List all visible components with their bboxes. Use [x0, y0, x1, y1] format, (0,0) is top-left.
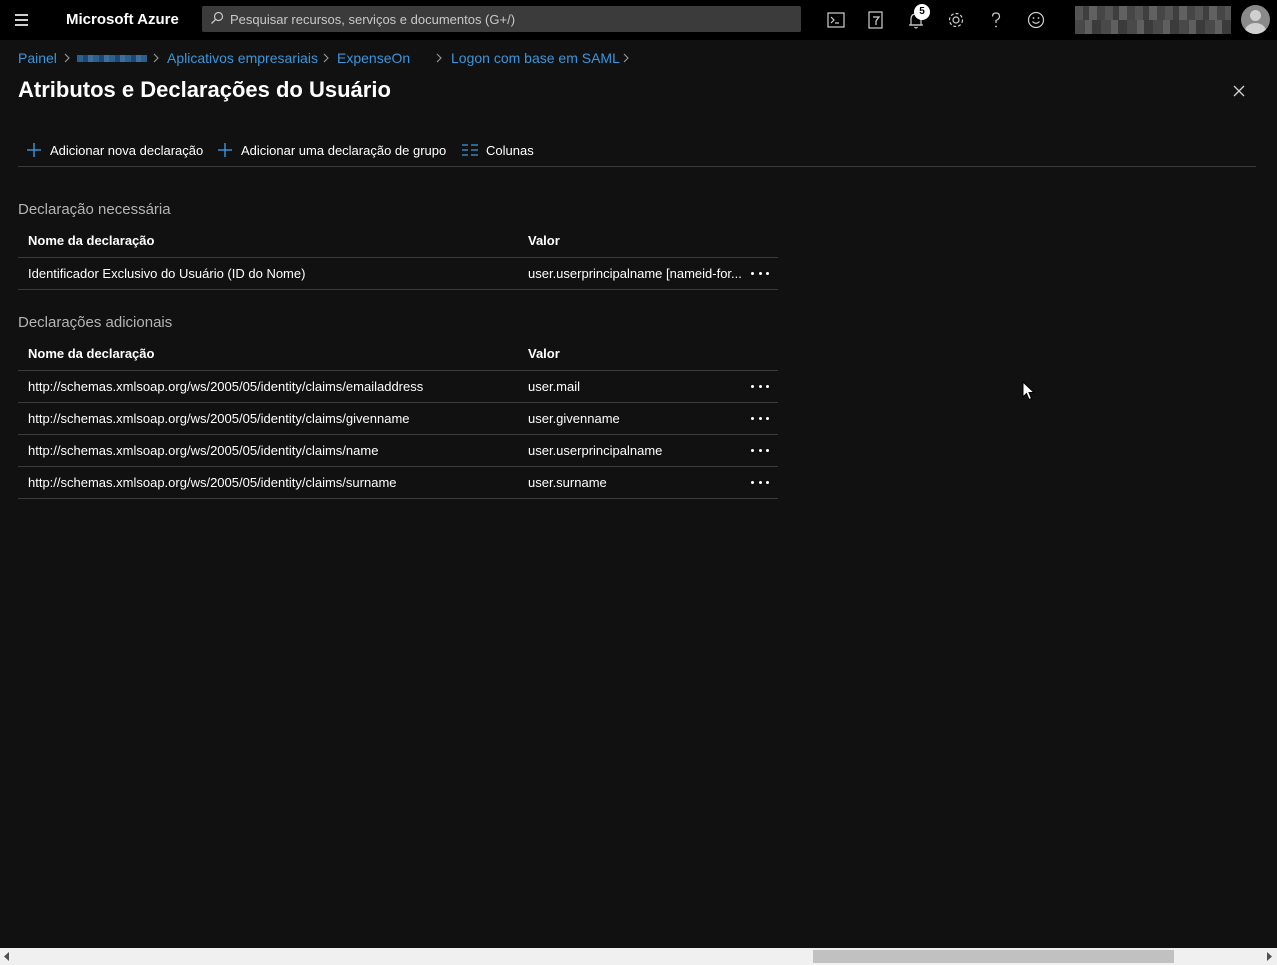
- scroll-left-icon[interactable]: [3, 952, 11, 961]
- add-group-claim-label: Adicionar uma declaração de grupo: [241, 142, 447, 158]
- notification-count-badge: 5: [914, 4, 930, 20]
- search-icon: [211, 11, 224, 24]
- breadcrumb-enterprise-apps[interactable]: Aplicativos empresariais: [167, 50, 318, 66]
- page-title: Atributos e Declarações do Usuário: [18, 77, 391, 102]
- column-header-value[interactable]: Valor: [528, 233, 560, 248]
- add-claim-button[interactable]: Adicionar nova declaração: [26, 138, 203, 162]
- claim-value: user.userprincipalname [nameid-for...: [528, 266, 742, 281]
- columns-icon: [462, 144, 478, 156]
- global-search[interactable]: [202, 6, 801, 32]
- breadcrumb-saml[interactable]: Logon com base em SAML: [451, 50, 620, 66]
- required-claims-table: Nome da declaração Valor Identificador E…: [18, 224, 778, 290]
- claim-name: http://schemas.xmlsoap.org/ws/2005/05/id…: [28, 411, 410, 426]
- more-options-icon[interactable]: [749, 443, 771, 457]
- claim-name: http://schemas.xmlsoap.org/ws/2005/05/id…: [28, 379, 424, 394]
- breadcrumb-tenant-redacted[interactable]: [77, 55, 147, 62]
- mouse-cursor-icon: [1022, 381, 1035, 401]
- avatar[interactable]: [1241, 5, 1270, 34]
- claim-name: http://schemas.xmlsoap.org/ws/2005/05/id…: [28, 443, 379, 458]
- settings-icon[interactable]: [945, 9, 967, 31]
- top-bar: Microsoft Azure 5: [0, 0, 1277, 40]
- account-name-redacted[interactable]: [1075, 6, 1231, 34]
- feedback-icon[interactable]: [1025, 9, 1047, 31]
- scroll-right-icon[interactable]: [1265, 952, 1273, 961]
- additional-claims-table: Nome da declaração Valor http://schemas.…: [18, 337, 778, 499]
- columns-label: Colunas: [486, 142, 534, 158]
- required-claim-heading: Declaração necessária: [18, 201, 171, 218]
- column-header-name[interactable]: Nome da declaração: [28, 346, 154, 361]
- claim-value: user.mail: [528, 379, 581, 394]
- table-row[interactable]: Identificador Exclusivo do Usuário (ID d…: [18, 258, 778, 290]
- column-header-value[interactable]: Valor: [528, 346, 560, 361]
- more-options-icon[interactable]: [749, 379, 771, 393]
- chevron-right-icon: [64, 53, 70, 63]
- horizontal-scrollbar[interactable]: [0, 948, 1277, 965]
- add-claim-label: Adicionar nova declaração: [50, 142, 204, 158]
- plus-icon: [27, 143, 41, 157]
- directory-filter-icon[interactable]: [865, 9, 887, 31]
- table-row[interactable]: http://schemas.xmlsoap.org/ws/2005/05/id…: [18, 435, 778, 467]
- brand-logo[interactable]: Microsoft Azure: [66, 11, 179, 28]
- table-header: Nome da declaração Valor: [18, 224, 778, 258]
- claim-name: Identificador Exclusivo do Usuário (ID d…: [28, 266, 306, 281]
- cloud-shell-icon[interactable]: [825, 9, 847, 31]
- claim-value: user.givenname: [528, 411, 620, 426]
- table-row[interactable]: http://schemas.xmlsoap.org/ws/2005/05/id…: [18, 467, 778, 499]
- chevron-right-icon: [323, 53, 329, 63]
- additional-claims-heading: Declarações adicionais: [18, 314, 173, 331]
- table-header: Nome da declaração Valor: [18, 337, 778, 371]
- more-options-icon[interactable]: [749, 411, 771, 425]
- table-row[interactable]: http://schemas.xmlsoap.org/ws/2005/05/id…: [18, 371, 778, 403]
- columns-button[interactable]: Colunas: [462, 138, 534, 162]
- chevron-right-icon: [436, 53, 442, 63]
- add-group-claim-button[interactable]: Adicionar uma declaração de grupo: [217, 138, 446, 162]
- chevron-right-icon: [623, 53, 629, 63]
- command-bar: Adicionar nova declaração Adicionar uma …: [18, 138, 1256, 167]
- table-row[interactable]: http://schemas.xmlsoap.org/ws/2005/05/id…: [18, 403, 778, 435]
- scrollbar-thumb[interactable]: [813, 950, 1174, 963]
- claim-value: user.userprincipalname: [528, 443, 663, 458]
- help-icon[interactable]: [985, 9, 1007, 31]
- more-options-icon[interactable]: [749, 266, 771, 280]
- column-header-name[interactable]: Nome da declaração: [28, 233, 154, 248]
- breadcrumb-painel[interactable]: Painel: [18, 50, 57, 66]
- claim-name: http://schemas.xmlsoap.org/ws/2005/05/id…: [28, 475, 397, 490]
- more-options-icon[interactable]: [749, 475, 771, 489]
- close-icon[interactable]: [1230, 82, 1248, 100]
- plus-icon: [218, 143, 232, 157]
- claim-value: user.surname: [528, 475, 607, 490]
- menu-icon[interactable]: [12, 11, 32, 29]
- breadcrumb-app[interactable]: ExpenseOn: [337, 50, 410, 66]
- search-input[interactable]: [230, 6, 790, 32]
- chevron-right-icon: [153, 53, 159, 63]
